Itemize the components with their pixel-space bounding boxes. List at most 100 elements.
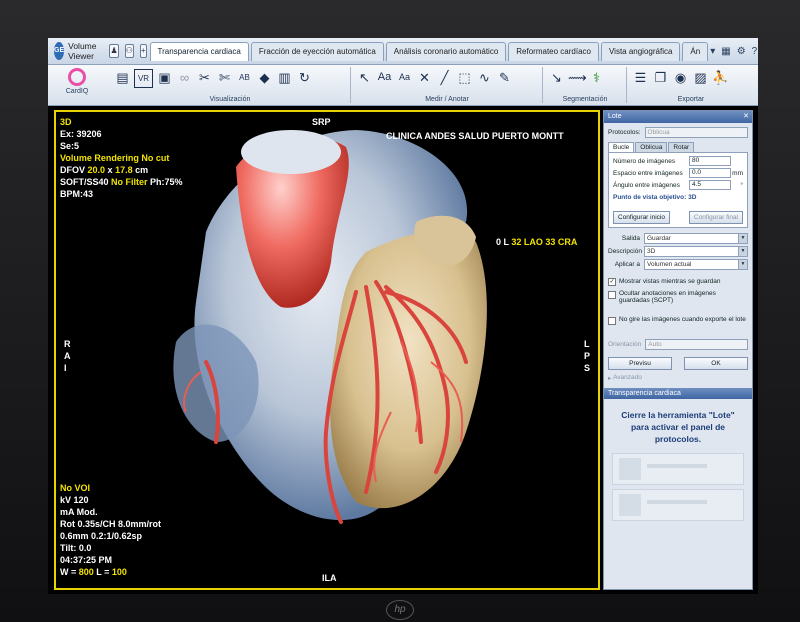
wl-d: 100 <box>111 567 127 577</box>
dfov-unit: cm <box>132 165 149 175</box>
filter-c: Ph:75% <box>147 177 183 187</box>
tab-an[interactable]: Án <box>682 41 709 61</box>
descripcion-row: Descripción 3D ▼ <box>604 245 752 258</box>
line-icon[interactable]: ╱ <box>436 69 453 86</box>
layout-grid-icon[interactable]: ▦ <box>721 46 730 57</box>
gear-icon[interactable]: ⚙ <box>737 46 746 57</box>
aplicar-select[interactable]: Volumen actual ▼ <box>644 259 748 270</box>
tile-icon[interactable]: ▤ <box>114 69 131 86</box>
group-label-exportar: Exportar <box>677 96 705 103</box>
scissors-icon[interactable]: ✂ <box>196 69 213 86</box>
tab-reformateo[interactable]: Reformateo cardíaco <box>508 41 599 61</box>
chk2-checkbox[interactable] <box>608 291 616 299</box>
chk1-label: Mostrar vistas mientras se guardan <box>619 278 721 285</box>
overlay-wl: W = 800 L = 100 <box>60 566 161 578</box>
scissors2-icon[interactable]: ✄ <box>216 69 233 86</box>
disabled-protocol-1 <box>612 453 744 485</box>
text2-icon[interactable]: Aa <box>396 69 413 86</box>
toolbar-group-segmentacion: ↘ ⟿ ⚕ Segmentación <box>544 67 627 103</box>
chk3-checkbox[interactable] <box>608 317 616 325</box>
lote-panel: Lote ✕ Protocolos: Oblicua Bucle Oblicua … <box>603 110 753 590</box>
num-images-label: Número de imágenes <box>613 157 676 165</box>
salida-select[interactable]: Guardar ▼ <box>644 233 748 244</box>
users-icon[interactable]: ⚇ <box>124 44 134 58</box>
chk3-label: No gire las imágenes cuando exporte el l… <box>619 316 746 323</box>
chk3-row[interactable]: No gire las imágenes cuando exporte el l… <box>604 316 752 338</box>
rotate-icon[interactable]: ↻ <box>296 69 313 86</box>
ok-button[interactable]: OK <box>684 356 748 370</box>
seg3-icon[interactable]: ⚕ <box>588 69 605 86</box>
descripcion-select[interactable]: 3D ▼ <box>644 246 748 257</box>
wl-c: L = <box>93 567 112 577</box>
chk1-checkbox[interactable]: ✓ <box>608 277 616 286</box>
camera-icon[interactable]: ◉ <box>672 69 689 86</box>
window-controls: ▾ ▦ ⚙ ? ⊗ <box>710 46 758 57</box>
seg1-icon[interactable]: ↘ <box>548 69 565 86</box>
tab-analisis[interactable]: Análisis coronario automático <box>385 41 507 61</box>
tab-bar: GE Volume Viewer ♟ ⚇ + Transparencia car… <box>48 38 758 65</box>
spacing-input[interactable]: 0.0 <box>689 168 731 178</box>
panel-close-icon[interactable]: ✕ <box>743 111 749 123</box>
person-icon[interactable]: ♟ <box>109 44 119 58</box>
annotate-icon[interactable]: ✎ <box>496 69 513 86</box>
save-icon[interactable]: ▨ <box>692 69 709 86</box>
configurar-final-button[interactable]: Configurar final <box>688 210 743 224</box>
num-images-input[interactable]: 80 <box>689 156 731 166</box>
orientacion-value: Auto <box>648 341 662 348</box>
link-icon[interactable]: ∞ <box>176 69 193 86</box>
roi-icon[interactable]: ⬚ <box>456 69 473 86</box>
tab-oblicua[interactable]: Oblicua <box>635 142 668 152</box>
tab-bucle[interactable]: Bucle <box>608 142 635 152</box>
tab-rotar[interactable]: Rotar <box>668 142 695 152</box>
run-icon[interactable]: ⛹ <box>712 69 729 86</box>
abc-icon[interactable]: AB <box>236 69 253 86</box>
toolbar-group-visualizacion: ▤ VR ▣ ∞ ✂ ✄ AB ◆ ▥ ↻ Visualización <box>110 67 351 103</box>
aplicar-row: Aplicar a Volumen actual ▼ <box>604 258 752 271</box>
salida-row: Salida Guardar ▼ <box>604 232 752 245</box>
overlay-exam: Ex: 39206 <box>60 129 102 139</box>
book-icon[interactable]: ▥ <box>276 69 293 86</box>
measure-icon[interactable]: ✕ <box>416 69 433 86</box>
angle-label: Ángulo entre imágenes <box>613 181 680 189</box>
viewport-3d[interactable]: 3D Ex: 39206 Se:5 Volume Rendering No cu… <box>54 110 600 590</box>
overlay-dfov: DFOV 20.0 x 17.8 cm <box>60 164 183 176</box>
overlay-rendering: Volume Rendering No cut <box>60 153 170 163</box>
filter-a: SOFT/SS40 <box>60 177 112 187</box>
text-icon[interactable]: Aa <box>376 69 393 86</box>
overlay-right-orient: L P S <box>584 339 591 373</box>
chk2-label: Ocultar anotaciones en imágenes guardada… <box>619 290 716 304</box>
seg2-icon[interactable]: ⟿ <box>568 69 587 86</box>
tab-vista[interactable]: Vista angiográfica <box>600 41 681 61</box>
hp-logo: hp <box>386 600 414 620</box>
cardiq-icon <box>68 68 86 86</box>
add-tab-icon[interactable]: + <box>139 44 147 58</box>
arrow-icon[interactable]: ↖ <box>356 69 373 86</box>
overlay-thick: 0.6mm 0.2:1/0.62sp <box>60 531 143 541</box>
layout-icon[interactable]: ▣ <box>156 69 173 86</box>
spacing-label: Espacio entre imágenes <box>613 169 683 177</box>
protocolos-select[interactable]: Oblicua <box>644 127 748 138</box>
chk2-row[interactable]: Ocultar anotaciones en imágenes guardada… <box>604 290 752 312</box>
salida-label: Salida <box>621 235 640 242</box>
help-icon[interactable]: ? <box>752 46 758 57</box>
copy-icon[interactable]: ❐ <box>652 69 669 86</box>
angle-input[interactable]: 4.5 <box>689 180 731 190</box>
overlay-time: 04:37:25 PM <box>60 555 113 565</box>
overlay-top-left: 3D Ex: 39206 Se:5 Volume Rendering No cu… <box>60 116 183 200</box>
chk1-row[interactable]: ✓ Mostrar vistas mientras se guardan <box>604 275 752 288</box>
vr-icon[interactable]: VR <box>134 69 153 88</box>
cube-icon[interactable]: ◆ <box>256 69 273 86</box>
cardiq-label: CardIQ <box>65 88 89 95</box>
panel-title: Lote ✕ <box>604 111 752 123</box>
dropdown-icon[interactable]: ▾ <box>710 46 715 57</box>
orientacion-select[interactable]: Auto <box>645 339 748 350</box>
configurar-inicio-button[interactable]: Configurar inicio <box>613 210 670 224</box>
tab-transparencia[interactable]: Transparencia cardiaca <box>149 41 249 61</box>
previsu-button[interactable]: Previsu <box>608 356 672 370</box>
tab-fraccion[interactable]: Fracción de eyección automática <box>250 41 384 61</box>
salida-value: Guardar <box>647 235 671 242</box>
cardiq-button[interactable]: CardIQ <box>54 68 100 95</box>
curve-icon[interactable]: ∿ <box>476 69 493 86</box>
list-icon[interactable]: ☰ <box>632 69 649 86</box>
avanzado-row[interactable]: ▸ Avanzado <box>604 371 752 384</box>
